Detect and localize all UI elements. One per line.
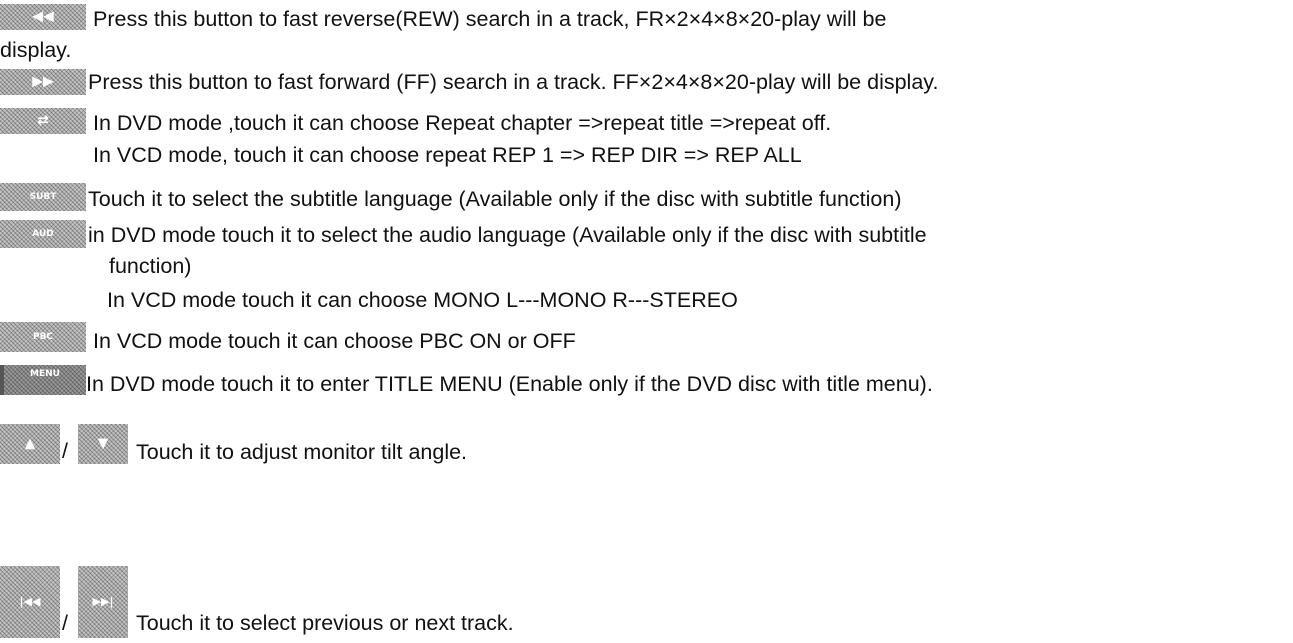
tilt-up-button-icon: ▲ <box>0 424 60 464</box>
rewind-description-line-1: Press this button to fast reverse(REW) s… <box>93 7 887 31</box>
tilt-separator: / <box>62 439 68 463</box>
repeat-button-icon: ⇄ <box>0 108 86 134</box>
track-description: Touch it to select previous or next trac… <box>136 611 514 635</box>
fast-forward-description: Press this button to fast forward (FF) s… <box>88 70 939 94</box>
audio-description-line-1: in DVD mode touch it to select the audio… <box>88 223 927 247</box>
track-separator: / <box>62 611 68 635</box>
menu-button-icon: MENU <box>0 365 86 395</box>
rewind-button-icon: ◀◀ <box>0 4 86 30</box>
menu-description: In DVD mode touch it to enter TITLE MENU… <box>86 372 933 396</box>
repeat-description-line-1: In DVD mode ,touch it can choose Repeat … <box>93 111 832 135</box>
subtitle-description: Touch it to select the subtitle language… <box>88 187 902 211</box>
audio-description-line-2: function) <box>109 254 192 278</box>
pbc-description: In VCD mode touch it can choose PBC ON o… <box>93 329 576 353</box>
previous-track-button-icon: |◀◀ <box>0 566 60 638</box>
subtitle-button-icon: SUBT <box>0 183 86 211</box>
audio-description-line-3: In VCD mode touch it can choose MONO L--… <box>107 288 738 312</box>
rewind-description-line-2: display. <box>0 38 72 62</box>
audio-button-icon: AUD <box>0 220 86 248</box>
next-track-button-icon: ▶▶| <box>78 566 128 638</box>
pbc-button-icon: PBC <box>0 322 86 352</box>
fast-forward-button-icon: ▶▶ <box>0 69 86 95</box>
tilt-down-button-icon: ▼ <box>78 424 128 464</box>
repeat-description-line-2: In VCD mode, touch it can choose repeat … <box>93 143 802 167</box>
tilt-description: Touch it to adjust monitor tilt angle. <box>136 440 468 464</box>
